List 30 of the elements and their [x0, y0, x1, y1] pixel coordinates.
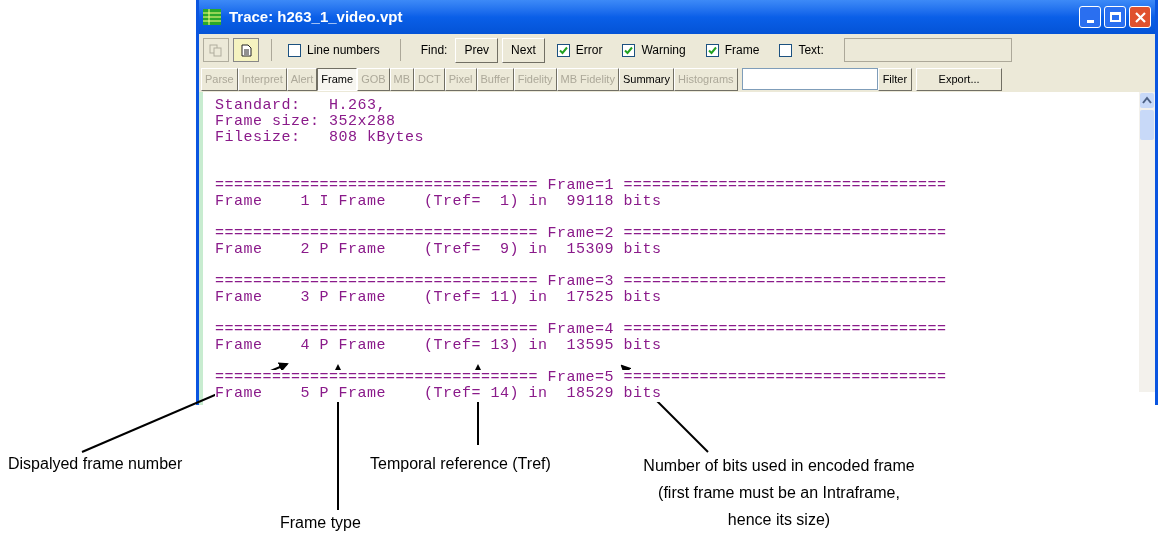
checkmark-icon	[624, 45, 634, 55]
annotation-label: Temporal reference (Tref)	[370, 454, 551, 474]
filter-button[interactable]: Filter	[877, 67, 913, 91]
document-icon	[240, 43, 252, 57]
document-button[interactable]	[233, 38, 259, 62]
annotation-label: Frame type	[280, 513, 361, 533]
minimize-button[interactable]	[1079, 6, 1101, 28]
checkbox[interactable]: Frame	[701, 41, 764, 59]
checkbox[interactable]: Text:	[775, 41, 828, 59]
checkmark-icon	[558, 45, 568, 55]
view-tab[interactable]: Summary	[618, 67, 674, 91]
window-title: Trace: h263_1_video.vpt	[229, 6, 403, 27]
close-icon	[1134, 11, 1146, 23]
maximize-button[interactable]	[1104, 6, 1126, 28]
grid-icon	[203, 9, 221, 25]
find-button[interactable]: Next	[502, 37, 545, 63]
checkbox[interactable]: Warning	[618, 41, 690, 59]
find-button[interactable]: Prev	[455, 37, 499, 63]
annotation-label: Dispalyed frame number	[8, 454, 183, 474]
checkmark-icon	[707, 45, 717, 55]
checkbox[interactable]: Error	[552, 41, 607, 59]
close-button[interactable]	[1129, 6, 1151, 28]
annotation-label: Number of bits used in encoded frame (first frame must be an Intraframe, hence its size)	[642, 456, 916, 530]
checkbox[interactable]: Line numbers	[284, 41, 384, 59]
copy-icon	[209, 43, 223, 57]
filter-field[interactable]	[741, 68, 878, 90]
find-label: Find:	[420, 42, 448, 59]
copy-button[interactable]	[203, 38, 229, 62]
view-tab[interactable]: Frame	[317, 67, 358, 91]
export-button[interactable]: Export...	[916, 67, 1003, 91]
